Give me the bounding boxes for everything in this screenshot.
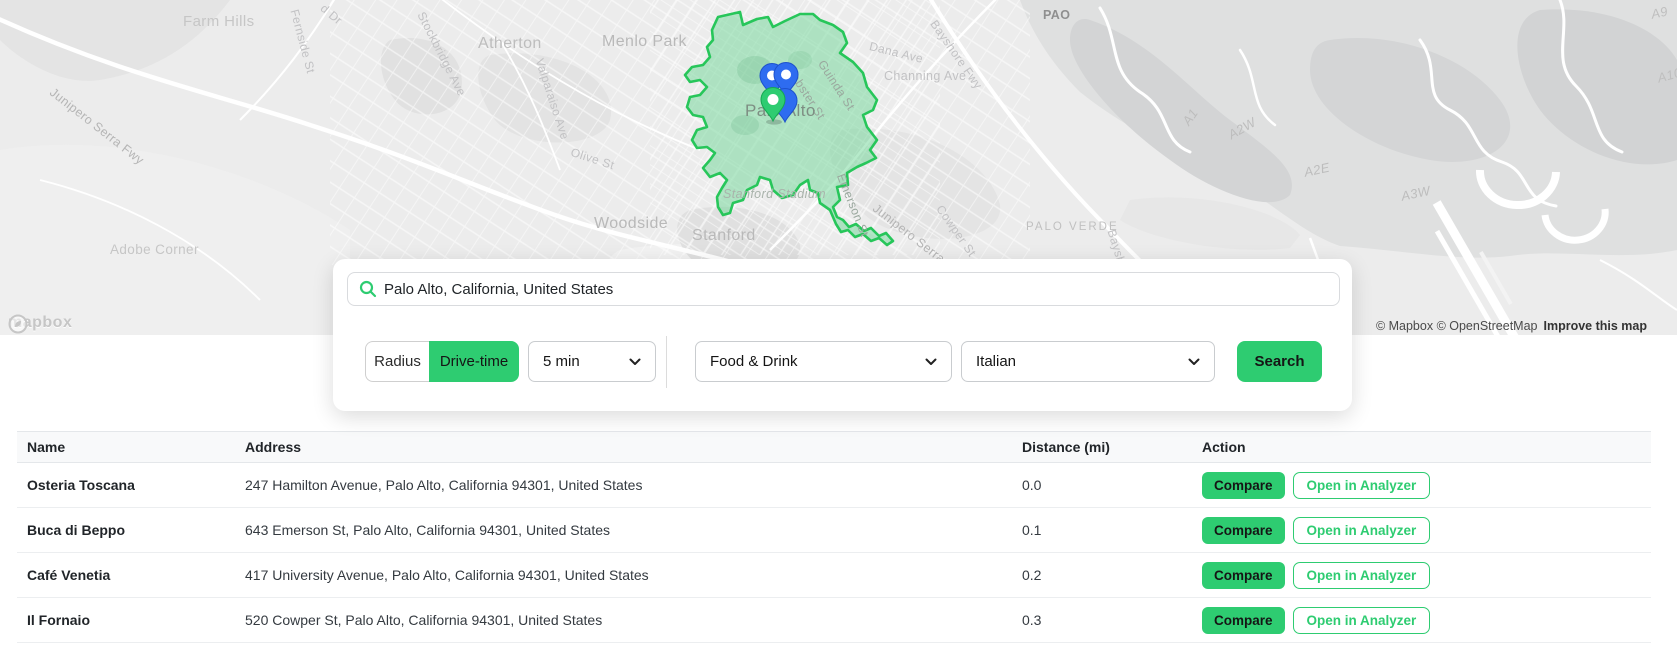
open-analyzer-button[interactable]: Open in Analyzer [1293,517,1431,544]
result-address: 417 University Avenue, Palo Alto, Califo… [245,567,1005,583]
result-distance: 0.0 [1005,477,1202,493]
column-header-address: Address [245,439,1005,455]
table-header: Name Address Distance (mi) Action [17,431,1651,463]
column-header-action: Action [1202,439,1651,455]
table-row: Osteria Toscana 247 Hamilton Avenue, Pal… [17,463,1651,508]
result-address: 520 Cowper St, Palo Alto, California 943… [245,612,1005,628]
table-row: Café Venetia 417 University Avenue, Palo… [17,553,1651,598]
controls-divider [666,336,667,388]
mode-toggle: Radius Drive-time [365,341,519,382]
compare-button[interactable]: Compare [1202,517,1285,544]
result-distance: 0.1 [1005,522,1202,538]
result-name: Café Venetia [17,567,245,583]
search-panel: Radius Drive-time 5 min Food & Drink Ita… [333,259,1352,411]
subcategory-select[interactable]: Italian [961,341,1215,382]
table-row: Il Fornaio 520 Cowper St, Palo Alto, Cal… [17,598,1651,643]
result-name: Il Fornaio [17,612,245,628]
mapbox-logo-icon [8,314,28,334]
open-analyzer-button[interactable]: Open in Analyzer [1293,607,1431,634]
category-select[interactable]: Food & Drink [695,341,952,382]
result-distance: 0.2 [1005,567,1202,583]
result-address: 643 Emerson St, Palo Alto, California 94… [245,522,1005,538]
table-body: Osteria Toscana 247 Hamilton Avenue, Pal… [17,463,1651,643]
result-name: Buca di Beppo [17,522,245,538]
result-name: Osteria Toscana [17,477,245,493]
time-select-value: 5 min [543,353,580,370]
compare-button[interactable]: Compare [1202,562,1285,589]
subcategory-select-value: Italian [976,353,1016,370]
search-button[interactable]: Search [1237,341,1322,382]
result-address: 247 Hamilton Avenue, Palo Alto, Californ… [245,477,1005,493]
result-distance: 0.3 [1005,612,1202,628]
location-search [347,272,1340,306]
radius-toggle-button[interactable]: Radius [365,341,429,382]
open-analyzer-button[interactable]: Open in Analyzer [1293,472,1431,499]
chevron-down-icon [925,358,937,366]
results-table: Name Address Distance (mi) Action Osteri… [17,431,1651,643]
category-select-value: Food & Drink [710,353,798,370]
chevron-down-icon [629,358,641,366]
search-icon [358,279,378,299]
chevron-down-icon [1188,358,1200,366]
time-select[interactable]: 5 min [528,341,656,382]
app: Farm Hillsd DrFernside StStockbridge Ave… [0,0,1677,652]
map-attribution: © Mapbox © OpenStreetMap Improve this map [1376,319,1647,333]
open-analyzer-button[interactable]: Open in Analyzer [1293,562,1431,589]
compare-button[interactable]: Compare [1202,472,1285,499]
compare-button[interactable]: Compare [1202,607,1285,634]
improve-map-link[interactable]: Improve this map [1544,319,1648,333]
column-header-distance: Distance (mi) [1005,439,1202,455]
drivetime-toggle-button[interactable]: Drive-time [429,341,519,382]
location-input[interactable] [347,272,1340,306]
mapbox-logo[interactable]: mapbox [8,314,72,332]
column-header-name: Name [17,439,245,455]
attribution-text: © Mapbox © OpenStreetMap [1376,319,1538,333]
search-controls: Radius Drive-time 5 min Food & Drink Ita… [365,341,1322,382]
table-row: Buca di Beppo 643 Emerson St, Palo Alto,… [17,508,1651,553]
